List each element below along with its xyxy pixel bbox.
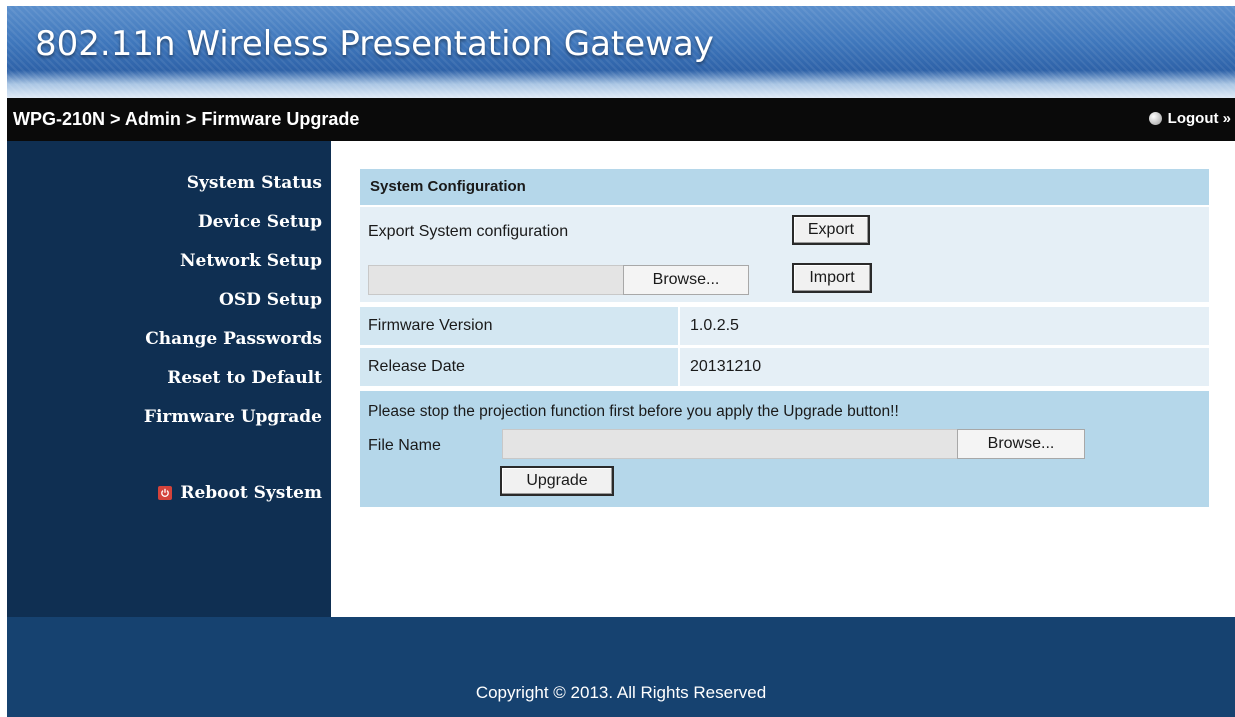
firmware-version-value: 1.0.2.5 bbox=[690, 317, 739, 334]
firmware-file-input[interactable] bbox=[502, 429, 958, 459]
app-title: 802.11n Wireless Presentation Gateway bbox=[35, 24, 714, 64]
sidebar-item-system-status[interactable]: System Status bbox=[187, 173, 322, 193]
main-content: System Configuration Export System confi… bbox=[331, 141, 1235, 617]
upgrade-button[interactable]: Upgrade bbox=[500, 466, 614, 496]
logout-link[interactable]: Logout » bbox=[1148, 110, 1231, 127]
sidebar-item-change-passwords[interactable]: Change Passwords bbox=[145, 329, 322, 349]
export-button[interactable]: Export bbox=[792, 215, 870, 245]
firmware-browse-button[interactable]: Browse... bbox=[957, 429, 1085, 459]
upgrade-panel: Please stop the projection function firs… bbox=[360, 391, 1209, 507]
sidebar-item-network-setup[interactable]: Network Setup bbox=[180, 251, 322, 271]
footer: Copyright © 2013. All Rights Reserved bbox=[7, 617, 1235, 717]
firmware-version-label-cell: Firmware Version bbox=[360, 307, 678, 345]
file-name-label: File Name bbox=[368, 437, 441, 454]
config-browse-button[interactable]: Browse... bbox=[623, 265, 749, 295]
breadcrumb-bar: WPG-210N > Admin > Firmware Upgrade Logo… bbox=[7, 98, 1235, 141]
sidebar: System Status Device Setup Network Setup… bbox=[7, 141, 331, 617]
system-configuration-panel: Export System configuration Export Brows… bbox=[360, 207, 1209, 302]
sidebar-item-reset-to-default[interactable]: Reset to Default bbox=[167, 368, 322, 388]
power-icon bbox=[158, 486, 173, 500]
release-date-label: Release Date bbox=[368, 358, 465, 375]
firmware-version-row: Firmware Version 1.0.2.5 bbox=[360, 307, 1209, 345]
copyright-text: Copyright © 2013. All Rights Reserved bbox=[475, 683, 767, 702]
reboot-system-link[interactable]: Reboot System bbox=[158, 483, 322, 503]
export-label: Export System configuration bbox=[368, 223, 569, 240]
header-banner: 802.11n Wireless Presentation Gateway bbox=[7, 6, 1235, 98]
upgrade-notice: Please stop the projection function firs… bbox=[368, 403, 899, 420]
import-button[interactable]: Import bbox=[792, 263, 872, 293]
reboot-label: Reboot System bbox=[180, 483, 322, 503]
sidebar-item-firmware-upgrade[interactable]: Firmware Upgrade bbox=[144, 407, 322, 427]
firmware-version-label: Firmware Version bbox=[368, 317, 493, 334]
section-title: System Configuration bbox=[370, 178, 526, 195]
config-file-input[interactable] bbox=[368, 265, 624, 295]
system-configuration-header: System Configuration bbox=[360, 169, 1209, 205]
logout-label: Logout » bbox=[1167, 110, 1231, 127]
release-date-value-cell: 20131210 bbox=[680, 348, 1209, 386]
logout-dot-icon bbox=[1148, 112, 1162, 125]
sidebar-item-device-setup[interactable]: Device Setup bbox=[198, 212, 322, 232]
release-date-row: Release Date 20131210 bbox=[360, 348, 1209, 386]
sidebar-item-osd-setup[interactable]: OSD Setup bbox=[219, 290, 322, 310]
breadcrumb: WPG-210N > Admin > Firmware Upgrade bbox=[13, 109, 360, 129]
release-date-value: 20131210 bbox=[690, 358, 762, 375]
release-date-label-cell: Release Date bbox=[360, 348, 678, 386]
firmware-version-value-cell: 1.0.2.5 bbox=[680, 307, 1209, 345]
